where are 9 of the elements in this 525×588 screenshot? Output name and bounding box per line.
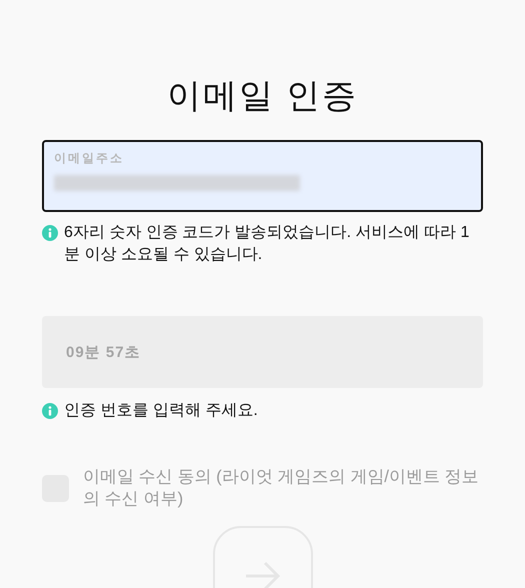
hint-text: 인증 번호를 입력해 주세요.	[64, 401, 258, 421]
field-label: 이메일주소	[54, 150, 125, 167]
code-field[interactable]: 09분 57초	[42, 316, 483, 388]
info-icon	[42, 225, 58, 241]
consent-label: 이메일 수신 동의 (라이엇 게임즈의 게임/이벤트 정보의 수신 여부)	[83, 466, 480, 510]
hint-text: 6자리 숫자 인증 코드가 발송되었습니다. 서비스에 따라 1분 이상 소요될 수 있습니다.	[64, 223, 470, 265]
page-title: 이메일 인증	[166, 76, 358, 117]
info-icon	[42, 403, 58, 419]
email-field[interactable]: 이메일주소	[42, 140, 483, 212]
